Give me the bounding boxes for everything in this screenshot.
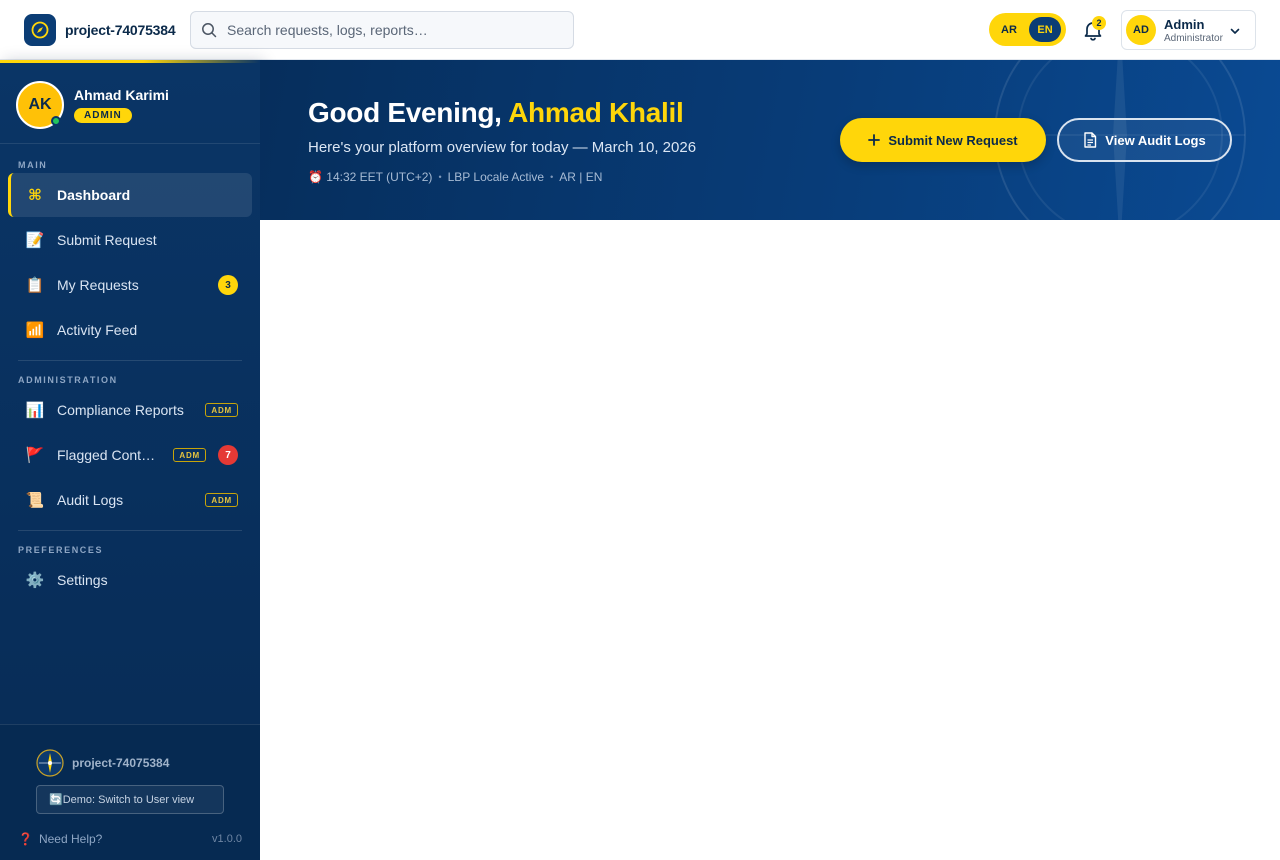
section-label-main: MAIN: [18, 160, 48, 170]
flag-icon: 🚩: [25, 447, 45, 464]
greeting-heading: Good Evening, Ahmad Khalil: [308, 97, 684, 129]
online-status-dot: [51, 116, 61, 126]
sidebar-item-flagged-content[interactable]: 🚩 Flagged Content ADM 7: [8, 433, 252, 477]
separator-dot: •: [550, 172, 554, 182]
greeting-text: Good Evening,: [308, 97, 502, 128]
sidebar-item-label: Audit Logs: [57, 492, 124, 508]
profile-name: Ahmad Karimi: [74, 87, 169, 103]
help-link[interactable]: ❓ Need Help?: [18, 832, 102, 846]
chevron-down-icon: [1230, 28, 1240, 34]
greeting-name: Ahmad Khalil: [508, 97, 684, 128]
search-input[interactable]: [227, 22, 547, 38]
profile-avatar: AK: [16, 81, 64, 129]
global-search[interactable]: [190, 11, 574, 49]
gear-icon: ⚙️: [25, 572, 45, 589]
bar-chart-icon: 📊: [25, 402, 45, 419]
user-menu[interactable]: AD Admin Administrator: [1121, 10, 1256, 50]
divider: [18, 360, 242, 361]
welcome-banner: Good Evening, Ahmad Khalil Here's your p…: [260, 60, 1280, 220]
requests-count-badge: 3: [218, 275, 238, 295]
notifications-button[interactable]: 2: [1081, 16, 1107, 43]
document-icon: [1084, 132, 1097, 148]
sidebar-item-dashboard[interactable]: ⌘ Dashboard: [8, 173, 252, 217]
separator-dot: •: [438, 172, 442, 182]
sidebar-item-label: My Requests: [57, 277, 139, 293]
language-toggle[interactable]: AR EN: [989, 13, 1066, 46]
command-icon: ⌘: [28, 187, 42, 204]
sidebar-accent-line: [0, 60, 260, 63]
sidebar-item-settings[interactable]: ⚙️ Settings: [8, 558, 252, 602]
help-label: Need Help?: [38, 832, 103, 846]
button-label: Submit New Request: [888, 132, 1018, 148]
button-label: View Audit Logs: [1105, 132, 1206, 148]
signal-bars-icon: 📶: [25, 322, 45, 339]
brand-name: project-74075384: [65, 22, 176, 38]
locale-status: LBP Locale Active: [447, 170, 545, 184]
section-label-administration: ADMINISTRATION: [18, 375, 118, 385]
sidebar-footer: project-74075384 🔄Demo: Switch to User v…: [0, 724, 260, 860]
compass-logo-icon: [24, 14, 56, 46]
footer-project-name: project-74075384: [72, 756, 170, 770]
sidebar-item-compliance-reports[interactable]: 📊 Compliance Reports ADM: [8, 388, 252, 432]
sidebar-item-label: Compliance Reports: [57, 402, 184, 418]
sidebar-item-label: Activity Feed: [57, 322, 138, 338]
admin-tag: ADM: [173, 448, 206, 462]
profile-role-badge: ADMIN: [74, 108, 132, 123]
sidebar-item-label: Dashboard: [57, 187, 131, 203]
divider: [0, 143, 260, 144]
admin-tag: ADM: [205, 403, 238, 417]
sidebar-item-my-requests[interactable]: 📋 My Requests 3: [8, 263, 252, 307]
sidebar-item-activity-feed[interactable]: 📶 Activity Feed: [8, 308, 252, 352]
brand[interactable]: project-74075384: [24, 14, 176, 46]
scroll-icon: 📜: [25, 492, 45, 509]
user-name: Admin: [1164, 16, 1205, 32]
sidebar-item-label: Submit Request: [57, 232, 157, 248]
lang-option-en[interactable]: EN: [1029, 17, 1061, 42]
submit-new-request-button[interactable]: Submit New Request: [840, 118, 1046, 162]
main-content-area: [260, 220, 1280, 860]
question-icon: ❓: [18, 832, 33, 846]
sidebar-item-audit-logs[interactable]: 📜 Audit Logs ADM: [8, 478, 252, 522]
divider: [18, 530, 242, 531]
section-label-preferences: PREFERENCES: [18, 545, 104, 555]
notification-count-badge: 2: [1092, 16, 1106, 30]
version-label: v1.0.0: [212, 833, 242, 845]
switch-user-view-button[interactable]: 🔄Demo: Switch to User view: [36, 785, 224, 814]
admin-tag: ADM: [205, 493, 238, 507]
view-audit-logs-button[interactable]: View Audit Logs: [1057, 118, 1232, 162]
sidebar-profile[interactable]: AK Ahmad Karimi ADMIN: [16, 81, 169, 129]
session-meta: ⏰ 14:32 EET (UTC+2) • LBP Locale Active …: [308, 170, 602, 184]
sidebar-item-submit-request[interactable]: 📝 Submit Request: [8, 218, 252, 262]
sidebar-item-label: Flagged Content: [57, 447, 157, 463]
sidebar-item-label: Settings: [57, 572, 108, 588]
compass-icon: [36, 749, 64, 777]
profile-initials: AK: [28, 96, 52, 113]
user-role: Administrator: [1164, 32, 1223, 44]
user-avatar: AD: [1126, 15, 1156, 45]
search-icon: [202, 23, 217, 38]
languages: AR | EN: [559, 170, 603, 184]
overview-subtitle: Here's your platform overview for today …: [308, 139, 697, 156]
lang-option-ar[interactable]: AR: [993, 17, 1025, 42]
footer-brand: project-74075384: [36, 749, 169, 777]
flagged-count-badge: 7: [218, 445, 238, 465]
sidebar: AK Ahmad Karimi ADMIN MAIN ⌘ Dashboard 📝…: [0, 60, 260, 860]
plus-icon: [868, 134, 881, 146]
current-time: ⏰ 14:32 EET (UTC+2): [308, 170, 433, 184]
memo-icon: 📝: [25, 232, 45, 249]
top-bar: project-74075384 AR EN 2 AD Admin Admini…: [0, 0, 1280, 60]
clipboard-icon: 📋: [25, 277, 45, 294]
